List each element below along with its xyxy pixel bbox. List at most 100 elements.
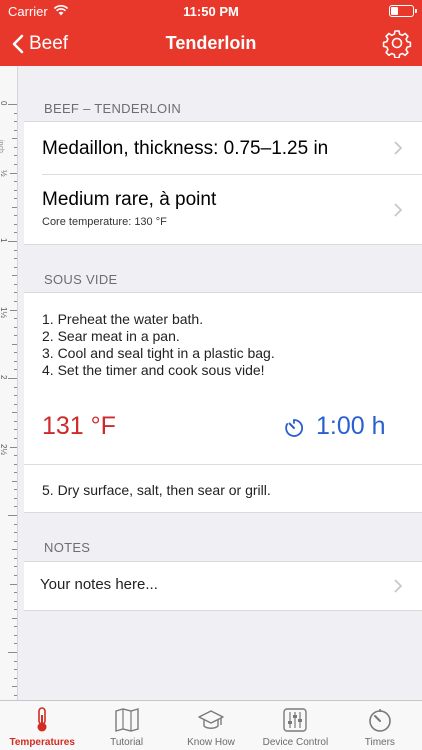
tab-bar: Temperatures Tutorial Know How Device Co… (0, 700, 422, 750)
ruler-tick (14, 532, 17, 534)
gear-icon[interactable] (382, 28, 412, 58)
ruler-tick (14, 249, 17, 251)
ruler-label: 2 (0, 375, 8, 379)
ruler-tick (8, 515, 17, 516)
sous-vide-section-header: SOUS VIDE (44, 272, 118, 287)
ruler-tick (14, 429, 17, 431)
chevron-right-icon (394, 141, 402, 155)
ruler-tick (14, 489, 17, 491)
thickness-row[interactable]: Medaillon, thickness: 0.75–1.25 in (24, 122, 422, 175)
stopwatch-icon[interactable] (283, 417, 305, 439)
tab-label: Temperatures (9, 737, 75, 748)
status-time: 11:50 PM (183, 4, 239, 19)
tab-label: Tutorial (110, 737, 144, 748)
measuring-ruler: inch 0 ½ 1 1½ 2 2½ (0, 66, 18, 700)
ruler-tick (14, 557, 17, 559)
ruler-tick (14, 420, 17, 422)
ruler-tick (14, 592, 17, 594)
ruler-tick (14, 694, 17, 696)
ruler-tick (12, 549, 17, 551)
ruler-tick (10, 309, 17, 311)
ruler-tick (14, 181, 17, 183)
ruler-tick (14, 155, 17, 157)
map-icon (114, 708, 139, 732)
ruler-tick (14, 129, 17, 131)
ruler-label: 0 (0, 101, 8, 105)
notes-section-header: NOTES (44, 540, 91, 555)
ruler-tick (8, 241, 17, 242)
ruler-tick (14, 395, 17, 397)
ruler-tick (14, 540, 17, 542)
cut-section-header: BEEF – TENDERLOIN (44, 101, 182, 116)
ruler-tick (14, 266, 17, 268)
tab-know-how[interactable]: Know How (169, 701, 253, 750)
tab-temperatures[interactable]: Temperatures (0, 701, 84, 750)
tab-timers[interactable]: Timers (338, 701, 422, 750)
ruler-tick (14, 369, 17, 371)
timer-icon (369, 709, 391, 732)
ruler-tick (14, 600, 17, 602)
ruler-tick (12, 480, 17, 482)
ruler-tick (14, 360, 17, 362)
ruler-label: ½ (0, 170, 8, 177)
ruler-tick (14, 506, 17, 508)
ruler-tick (14, 112, 17, 114)
chevron-right-icon (394, 579, 402, 593)
ruler-tick (10, 446, 17, 448)
ruler-tick (14, 437, 17, 439)
battery-icon (389, 5, 417, 17)
ruler-tick (14, 300, 17, 302)
notes-row[interactable]: Your notes here... (24, 562, 422, 610)
tab-label: Know How (187, 737, 235, 748)
ruler-tick (14, 626, 17, 628)
ruler-tick (12, 275, 17, 277)
sliders-icon (283, 708, 308, 732)
ruler-tick (14, 386, 17, 388)
cook-duration[interactable]: 1:00 h (316, 412, 386, 441)
ruler-tick (12, 617, 17, 619)
ruler-tick (14, 643, 17, 645)
ruler-tick (14, 403, 17, 405)
ruler-tick (14, 352, 17, 354)
notes-group: Your notes here... (24, 561, 422, 611)
ruler-tick (14, 163, 17, 165)
notes-placeholder: Your notes here... (40, 576, 158, 593)
graduation-cap-icon (198, 710, 224, 729)
ruler-tick (14, 634, 17, 636)
chevron-right-icon (394, 203, 402, 217)
step-3: 3. Cool and seal tight in a plastic bag. (42, 345, 275, 361)
page-title: Tenderloin (165, 33, 257, 53)
ruler-label: 1 (0, 238, 8, 242)
ruler-tick (14, 223, 17, 225)
ruler-tick (12, 412, 17, 414)
ruler-tick (14, 121, 17, 123)
ruler-tick (10, 583, 17, 585)
tab-device-control[interactable]: Device Control (253, 701, 337, 750)
doneness-row[interactable]: Medium rare, à point Core temperature: 1… (24, 175, 422, 245)
ruler-tick (8, 652, 17, 653)
ruler-unit: inch (0, 140, 4, 153)
ruler-tick (14, 283, 17, 285)
core-temperature-label: Core temperature: 130 °F (42, 216, 167, 228)
step-5: 5. Dry surface, salt, then sear or grill… (42, 482, 271, 498)
ruler-tick (14, 497, 17, 499)
water-temperature[interactable]: 131 °F (42, 412, 116, 441)
ruler-tick (8, 378, 17, 379)
ruler-tick (14, 292, 17, 294)
ruler-tick (12, 343, 17, 345)
step-2: 2. Sear meat in a pan. (42, 328, 180, 344)
ruler-tick (14, 660, 17, 662)
tab-label: Timers (364, 737, 395, 748)
ruler-tick (14, 258, 17, 260)
tab-tutorial[interactable]: Tutorial (84, 701, 168, 750)
ruler-tick (14, 523, 17, 525)
ruler-tick (12, 206, 17, 208)
thermometer-icon (37, 707, 47, 732)
doneness-label: Medium rare, à point (42, 189, 217, 210)
sous-vide-group: 1. Preheat the water bath. 2. Sear meat … (24, 292, 422, 513)
status-bar: Carrier 11:50 PM (0, 0, 422, 22)
cut-settings-group: Medaillon, thickness: 0.75–1.25 in Mediu… (24, 121, 422, 245)
ruler-tick (14, 472, 17, 474)
ruler-tick (12, 686, 17, 688)
ruler-tick (12, 138, 17, 140)
